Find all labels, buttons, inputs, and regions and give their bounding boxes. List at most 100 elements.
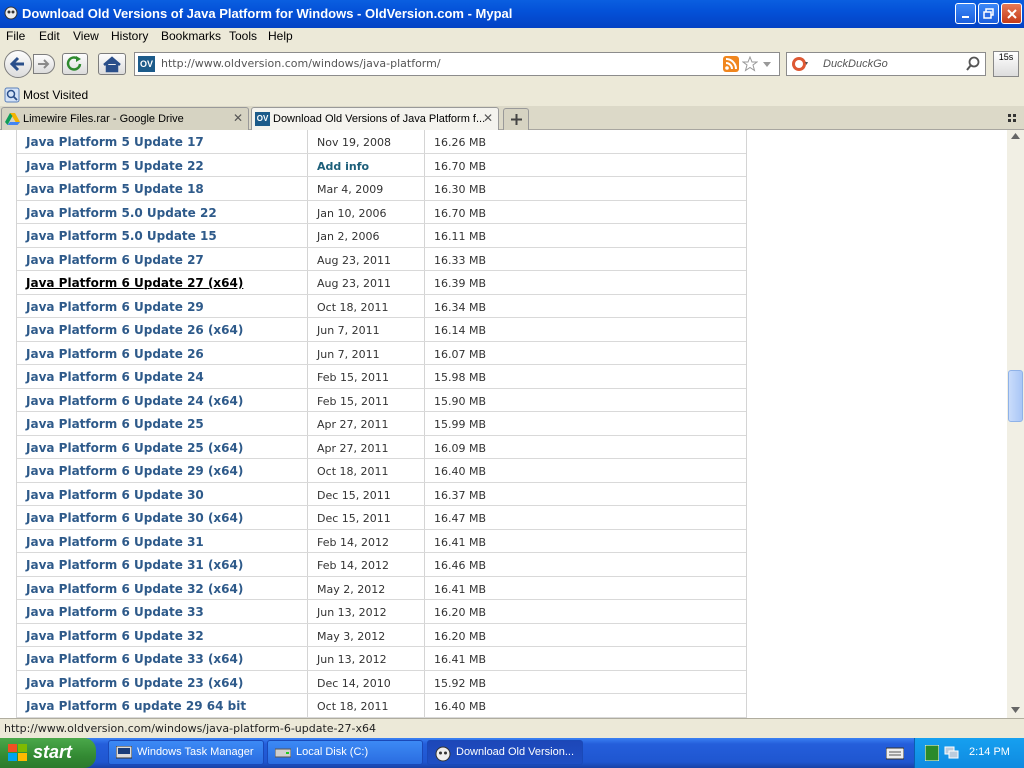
file-size: 16.39 MB [434,277,487,290]
taskbar-item-local-disk[interactable]: Local Disk (C:) [267,740,423,765]
version-name-link[interactable]: Java Platform 6 Update 29 (x64) [26,464,243,478]
version-name-link[interactable]: Java Platform 5.0 Update 15 [26,229,217,243]
column-divider [424,600,425,623]
menu-history[interactable]: History [111,29,148,43]
version-name-link[interactable]: Java Platform 6 Update 31 (x64) [26,558,243,572]
column-divider [424,365,425,388]
version-name-link[interactable]: Java Platform 6 Update 27 (x64) [26,276,243,290]
tab-close-icon[interactable]: ✕ [233,111,243,125]
tab-list-icon[interactable] [1008,113,1018,123]
version-name-link[interactable]: Java Platform 6 Update 24 (x64) [26,394,243,408]
file-size: 16.40 MB [434,700,487,713]
reload-button[interactable] [62,53,88,75]
duckduckgo-icon[interactable] [791,56,809,72]
file-size: 16.09 MB [434,441,487,455]
tray-app-icon[interactable] [925,745,939,761]
version-name-link[interactable]: Java Platform 6 update 29 64 bit [26,699,246,713]
taskbar-item-browser[interactable]: Download Old Version... [427,740,583,765]
column-divider [307,130,308,153]
file-size: 15.92 MB [434,676,487,690]
mypal-taskbar-icon [435,746,451,762]
version-name-link[interactable]: Java Platform 5 Update 22 [26,159,204,173]
file-size: 15.99 MB [434,418,487,431]
vertical-scrollbar[interactable] [1007,130,1024,718]
url-text[interactable]: http://www.oldversion.com/windows/java-p… [161,57,441,70]
version-name-link[interactable]: Java Platform 6 Update 29 [26,300,204,314]
version-name-link[interactable]: Java Platform 6 Update 30 [26,488,204,502]
close-button[interactable] [1001,3,1022,24]
bookmark-star-icon[interactable] [742,56,758,72]
table-row: Java Platform 6 Update 32 May 3, 2012 16.2… [17,623,746,647]
taskbar-item-task-manager[interactable]: Windows Task Manager [108,740,264,765]
url-dropdown-icon[interactable] [762,59,772,69]
url-bar[interactable]: OV http://www.oldversion.com/windows/jav… [134,52,780,76]
menu-view[interactable]: View [73,29,99,43]
table-row: Java Platform 5 Update 22 Add info 16.70 M… [17,153,746,177]
menu-bar: File Edit View History Bookmarks Tools H… [0,28,1024,46]
column-divider [424,224,425,247]
search-icon[interactable] [965,56,981,72]
back-arrow-icon [9,56,24,72]
version-name-link[interactable]: Java Platform 5 Update 17 [26,135,204,149]
version-name-link[interactable]: Java Platform 5.0 Update 22 [26,206,217,220]
scrollbar-thumb[interactable] [1008,370,1023,422]
back-button[interactable] [4,50,32,78]
version-name-link[interactable]: Java Platform 6 Update 33 (x64) [26,652,243,666]
version-name-link[interactable]: Java Platform 5 Update 18 [26,182,204,196]
release-date[interactable]: Add info [317,160,369,173]
search-box[interactable]: DuckDuckGo [786,52,986,76]
release-date: Feb 14, 2012 [317,535,389,549]
menu-edit[interactable]: Edit [39,29,60,43]
minimize-button[interactable] [955,3,976,24]
tab-google-drive[interactable]: Limewire Files.rar - Google Drive ✕ [1,107,249,130]
rss-feed-icon[interactable] [723,56,739,72]
version-name-link[interactable]: Java Platform 6 Update 25 (x64) [26,441,243,455]
version-name-link[interactable]: Java Platform 6 Update 30 (x64) [26,511,243,525]
version-name-link[interactable]: Java Platform 6 Update 26 [26,347,204,361]
version-name-link[interactable]: Java Platform 6 Update 27 [26,253,204,267]
version-name-link[interactable]: Java Platform 6 Update 25 [26,417,204,431]
version-name-link[interactable]: Java Platform 6 Update 31 [26,535,204,549]
timer-badge[interactable]: 15s [993,51,1019,77]
versions-table: Java Platform 5 Update 17 Nov 19, 2008 16.… [16,130,747,718]
column-divider [424,576,425,599]
home-icon [103,56,121,73]
tab-oldversion[interactable]: OV Download Old Versions of Java Platfor… [251,107,499,130]
forward-button[interactable] [33,54,55,74]
home-button[interactable] [98,53,126,75]
column-divider [424,670,425,693]
scroll-down-icon[interactable] [1011,707,1020,713]
column-divider [424,247,425,270]
start-button[interactable]: start [0,738,96,768]
table-row: Java Platform 6 Update 30 Dec 15, 2011 16.… [17,482,746,506]
version-name-link[interactable]: Java Platform 6 Update 33 [26,605,204,619]
table-row: Java Platform 6 Update 33 (x64) Jun 13, 2… [17,647,746,671]
menu-bookmarks[interactable]: Bookmarks [161,29,221,43]
menu-help[interactable]: Help [268,29,293,43]
column-divider [424,529,425,552]
column-divider [424,341,425,364]
release-date: Mar 4, 2009 [317,183,384,196]
new-tab-button[interactable] [503,108,529,130]
release-date: Jan 2, 2006 [317,230,380,243]
menu-tools[interactable]: Tools [229,29,257,43]
version-name-link[interactable]: Java Platform 6 Update 32 (x64) [26,582,243,596]
network-icon[interactable] [943,744,959,760]
column-divider [307,247,308,270]
menu-file[interactable]: File [6,29,25,43]
column-divider [424,435,425,458]
table-row: Java Platform 6 Update 31 (x64) Feb 14, 2… [17,553,746,577]
tab-close-icon[interactable]: ✕ [483,111,493,125]
most-visited-link[interactable]: Most Visited [23,88,88,102]
version-name-link[interactable]: Java Platform 6 Update 23 (x64) [26,676,243,690]
restore-button[interactable] [978,3,999,24]
most-visited-icon [4,87,20,103]
scroll-up-icon[interactable] [1011,133,1020,139]
table-row: Java Platform 6 Update 23 (x64) Dec 14, 2… [17,670,746,694]
file-size: 16.70 MB [434,159,487,173]
version-name-link[interactable]: Java Platform 6 Update 32 [26,629,204,643]
version-name-link[interactable]: Java Platform 6 Update 24 [26,370,204,384]
keyboard-icon[interactable] [886,746,904,760]
version-name-link[interactable]: Java Platform 6 Update 26 (x64) [26,323,243,337]
site-favicon: OV [138,56,155,72]
